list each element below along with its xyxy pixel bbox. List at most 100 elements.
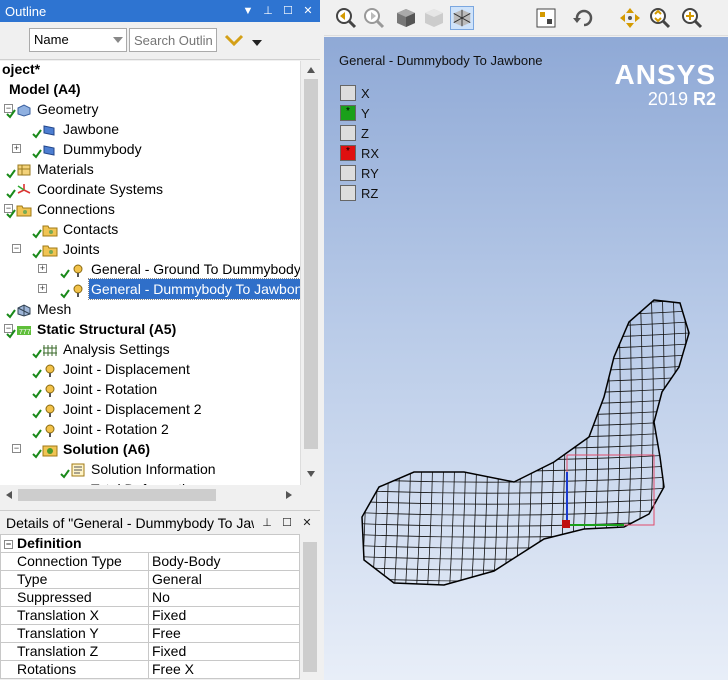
checkmark-icon: [32, 224, 42, 239]
tree-node[interactable]: + Dummybody: [12, 139, 144, 159]
material-icon: [16, 162, 32, 176]
checkmark-icon: [32, 344, 42, 359]
details-row[interactable]: Connection Type Body-Body: [0, 552, 300, 571]
tree-node[interactable]: Joint - Rotation 2: [32, 419, 171, 439]
tree-node[interactable]: − Joints: [12, 239, 102, 259]
pin-icon[interactable]: ⊥: [261, 4, 275, 18]
close-icon[interactable]: ✕: [301, 4, 315, 18]
details-key: Connection Type: [0, 552, 149, 571]
tree-node[interactable]: Joint - Rotation: [32, 379, 159, 399]
shaded-cube-icon[interactable]: [394, 6, 418, 30]
expand-icon[interactable]: +: [38, 264, 47, 273]
tree-node[interactable]: + General - Dummybody To Jawbone: [38, 278, 300, 300]
details-value[interactable]: Body-Body: [148, 552, 300, 571]
outline-tree: oject* Model (A4) − Geometry Jawbone + Dummybo…: [0, 61, 300, 485]
pan-icon[interactable]: [618, 6, 642, 30]
joint-icon: [70, 282, 86, 297]
filter-dropdown-icon[interactable]: [252, 40, 262, 46]
tree-node[interactable]: + General - Ground To Dummybody: [38, 259, 300, 279]
collapse-icon[interactable]: −: [12, 244, 21, 253]
expand-icon[interactable]: +: [38, 284, 47, 293]
section-header[interactable]: − Definition: [0, 534, 300, 553]
scroll-up-icon[interactable]: [304, 63, 318, 77]
tree-node-label: General - Dummybody To Jawbone: [87, 278, 300, 300]
details-title: Details of "General - Dummybody To Jawbo…: [6, 514, 254, 531]
outline-toolbar: Name: [0, 22, 320, 60]
tree-node[interactable]: Model (A4): [7, 79, 83, 99]
details-row[interactable]: Type General: [0, 570, 300, 589]
maximize-icon[interactable]: ☐: [280, 516, 294, 530]
details-key: Translation Z: [0, 642, 149, 661]
details-value[interactable]: General: [148, 570, 300, 589]
pin-icon[interactable]: ⊥: [260, 516, 274, 530]
zoom-icon[interactable]: [648, 6, 672, 30]
details-value[interactable]: No: [148, 588, 300, 607]
details-scroll-thumb[interactable]: [303, 542, 317, 672]
tree-node[interactable]: Joint - Displacement: [32, 359, 192, 379]
tree-node[interactable]: −777 Static Structural (A5): [4, 319, 178, 339]
rotate-icon[interactable]: [572, 6, 596, 30]
checkmark-icon: [32, 364, 42, 379]
tree-node[interactable]: Jawbone: [32, 119, 121, 139]
joint-icon: [42, 402, 58, 417]
tree-node[interactable]: − Solution (A6): [12, 439, 152, 459]
checkmark-icon: [32, 144, 42, 159]
zoom-previous-icon[interactable]: [334, 6, 358, 30]
search-outline-input[interactable]: [129, 28, 217, 52]
tree-node[interactable]: Mesh: [6, 299, 73, 319]
details-value[interactable]: Fixed: [148, 642, 300, 661]
collapse-icon[interactable]: −: [4, 540, 13, 549]
tree-node-label: Mesh: [37, 301, 72, 317]
collapse-icon[interactable]: −: [12, 444, 21, 453]
details-value[interactable]: Free X: [148, 660, 300, 679]
tree-node[interactable]: − Connections: [4, 199, 117, 219]
show-vertices-icon[interactable]: [534, 6, 558, 30]
body-icon: [42, 122, 58, 136]
details-value[interactable]: Free: [148, 624, 300, 643]
tree-node-label: Static Structural (A5): [37, 321, 177, 337]
expand-all-icon[interactable]: [223, 32, 245, 48]
name-filter-select[interactable]: Name: [29, 28, 127, 52]
tree-vertical-scrollbar[interactable]: [300, 61, 320, 485]
tree-node[interactable]: − Geometry: [4, 99, 100, 119]
tree-node[interactable]: oject*: [0, 61, 42, 79]
hscroll-thumb[interactable]: [18, 489, 216, 501]
details-key: Suppressed: [0, 588, 149, 607]
details-row[interactable]: Suppressed No: [0, 588, 300, 607]
joint-icon: [42, 362, 58, 377]
details-row[interactable]: Translation Y Free: [0, 624, 300, 643]
section-label: Definition: [17, 535, 82, 551]
details-key: Type: [0, 570, 149, 589]
tree-node[interactable]: Coordinate Systems: [6, 179, 165, 199]
checkmark-icon: [6, 304, 16, 319]
expand-icon[interactable]: +: [12, 144, 21, 153]
tree-node[interactable]: Analysis Settings: [32, 339, 172, 359]
box-zoom-icon[interactable]: [680, 6, 704, 30]
chevron-down-icon: [113, 37, 123, 43]
tree-node[interactable]: Joint - Displacement 2: [32, 399, 204, 419]
scroll-right-icon[interactable]: [282, 488, 296, 502]
close-icon[interactable]: ✕: [300, 516, 314, 530]
details-scrollbar[interactable]: [300, 534, 320, 680]
tree-horizontal-scrollbar[interactable]: [0, 485, 300, 505]
details-row[interactable]: Translation Z Fixed: [0, 642, 300, 661]
maximize-icon[interactable]: ☐: [281, 4, 295, 18]
graphics-viewport[interactable]: General - Dummybody To Jawbone ANSYS 201…: [324, 37, 728, 680]
show-mesh-icon[interactable]: [450, 6, 474, 30]
checkmark-icon: [6, 104, 16, 119]
details-row[interactable]: Translation X Fixed: [0, 606, 300, 625]
details-value[interactable]: Fixed: [148, 606, 300, 625]
scroll-thumb[interactable]: [304, 79, 318, 449]
scroll-left-icon[interactable]: [2, 488, 16, 502]
details-section-row[interactable]: − Definition: [0, 534, 300, 553]
tree-node[interactable]: Contacts: [32, 219, 120, 239]
tree-node-label: Materials: [37, 161, 94, 177]
scroll-down-icon[interactable]: [304, 467, 318, 481]
details-row[interactable]: Rotations Free X: [0, 660, 300, 679]
tree-node[interactable]: Solution Information: [60, 459, 218, 479]
pin-dropdown-icon[interactable]: ▼: [241, 4, 255, 18]
zoom-next-icon[interactable]: [362, 6, 386, 30]
outline-title: Outline: [5, 3, 47, 19]
tree-node[interactable]: Materials: [6, 159, 96, 179]
wire-cube-icon[interactable]: [422, 6, 446, 30]
